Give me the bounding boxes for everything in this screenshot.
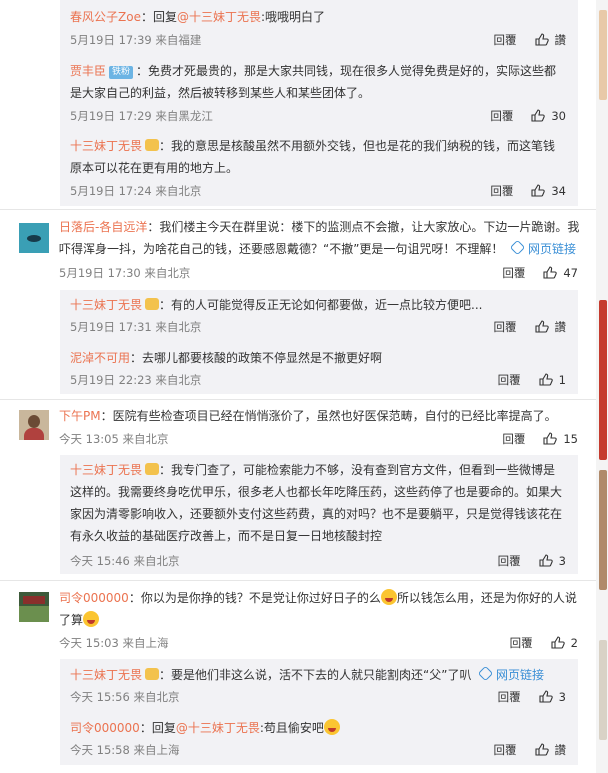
gold-badge-icon <box>145 668 160 680</box>
like-button[interactable]: 讚 <box>534 742 566 758</box>
like-button[interactable]: 3 <box>539 689 566 705</box>
web-link[interactable]: 网页链接 <box>477 664 544 686</box>
divider <box>0 399 596 400</box>
divider <box>0 209 596 210</box>
comment-actions: 回覆 34 <box>490 183 566 199</box>
comment-meta: 5月19日 17:31 来自北京 <box>70 320 202 334</box>
thumb-up-icon <box>551 636 565 649</box>
comment-meta: 今天 15:03 来自上海 <box>59 636 169 650</box>
gold-badge-icon <box>145 139 160 151</box>
comment-actions: 回覆 47 <box>502 265 578 281</box>
comment-actions: 回覆 讚 <box>494 319 567 335</box>
user-name[interactable]: 泥淖不可用 <box>70 351 130 365</box>
thumb-up-icon <box>539 554 553 567</box>
reply-button[interactable]: 回覆 <box>498 690 521 704</box>
reply-button[interactable]: 回覆 <box>494 33 517 47</box>
comment-text: 十三妹丁无畏 ：我的意思是核酸虽然不用额外交钱，但也是花的我们纳税的钱，而这笔钱原… <box>70 139 556 175</box>
comment-text: 十三妹丁无畏 ：我专门查了，可能检索能力不够，没有查到官方文件，但看到一些微博是这… <box>70 463 563 543</box>
user-name[interactable]: 十三妹丁无畏 <box>70 463 142 477</box>
user-name[interactable]: 日落后-各自远洋 <box>59 220 147 234</box>
like-button[interactable]: 47 <box>543 265 578 281</box>
comment-text: 下午PM：医院有些检查项目已经在悄悄涨价了，虽然也好医保范畴，自付的已经比率提高… <box>59 409 557 423</box>
page-edge-background <box>596 0 608 773</box>
comment-meta: 今天 15:56 来自北京 <box>70 690 180 704</box>
like-button[interactable]: 讚 <box>534 319 566 335</box>
avatar[interactable] <box>19 223 49 253</box>
reply-button[interactable]: 回覆 <box>490 109 513 123</box>
mention-link[interactable]: @十三妹丁无畏 <box>176 721 260 735</box>
avatar[interactable] <box>19 410 49 440</box>
thumb-up-icon <box>534 743 549 756</box>
link-icon <box>477 665 494 682</box>
comment-text: 十三妹丁无畏 ：有的人可能觉得反正无论如何都要做，近一点比较方便吧... <box>70 298 483 312</box>
comment-actions: 回覆 2 <box>510 635 578 651</box>
user-name[interactable]: 十三妹丁无畏 <box>70 298 142 312</box>
thumb-up-icon <box>539 373 553 386</box>
web-link[interactable]: 网页链接 <box>509 238 576 260</box>
sweat-emoji-icon <box>323 719 340 735</box>
comment-meta: 5月19日 17:30 来自北京 <box>59 266 191 280</box>
like-button[interactable]: 3 <box>539 553 566 569</box>
user-name[interactable]: 贾丰臣 <box>70 64 106 78</box>
avatar[interactable] <box>19 592 49 622</box>
comment-actions: 回覆 3 <box>498 689 566 705</box>
like-button[interactable]: 2 <box>551 635 578 651</box>
thumb-up-icon <box>539 690 553 703</box>
comment-text: 司令000000：你以为是你挣的钱？不是党让你过好日子的么 所以钱怎么用，还是为你… <box>59 589 577 627</box>
comment-meta: 今天 15:58 来自上海 <box>70 743 180 757</box>
laughing-emoji-icon <box>83 611 100 627</box>
link-icon <box>509 239 526 256</box>
fan-badge: 铁粉 <box>109 66 134 79</box>
user-name[interactable]: 司令000000 <box>70 721 140 735</box>
comment-text: 司令000000：回复@十三妹丁无畏:苟且偷安吧 <box>70 717 340 739</box>
comment-actions: 回覆 15 <box>502 431 578 447</box>
comment-text: 十三妹丁无畏 ：要是他们非这么说，活不下去的人就只能割肉还“父”了叭 <box>70 668 472 682</box>
comment-meta: 5月19日 17:39 来自福建 <box>70 33 202 47</box>
user-name[interactable]: 司令000000 <box>59 591 129 605</box>
comment-meta: 5月19日 17:29 来自黑龙江 <box>70 109 213 123</box>
reply-button[interactable]: 回覆 <box>494 743 517 757</box>
gold-badge-icon <box>145 298 160 310</box>
reply-button[interactable]: 回覆 <box>494 320 517 334</box>
like-button[interactable]: 1 <box>539 372 566 388</box>
like-button[interactable]: 讚 <box>534 32 566 48</box>
comment-meta: 今天 13:05 来自北京 <box>59 432 169 446</box>
like-button[interactable]: 30 <box>531 108 566 124</box>
comment-meta: 5月19日 22:23 来自北京 <box>70 373 202 387</box>
thumb-up-icon <box>543 432 558 445</box>
user-name[interactable]: 下午PM <box>59 409 101 423</box>
comment-text: 日落后-各自远洋：我们楼主今天在群里说：楼下的监测点不会撤，让大家放心。下边一片… <box>59 220 580 256</box>
comment-text: 春风公子Zoe：回复@十三妹丁无畏:哦哦明白了 <box>70 10 326 24</box>
comment-actions: 回覆 30 <box>490 108 566 124</box>
comment-actions: 回覆 1 <box>498 372 566 388</box>
thumb-up-icon <box>534 320 549 333</box>
comment-meta: 今天 15:46 来自北京 <box>70 554 180 568</box>
divider <box>0 580 596 581</box>
reply-button[interactable]: 回覆 <box>510 636 533 650</box>
laughing-emoji-icon <box>380 589 397 605</box>
gold-badge-icon <box>145 463 160 475</box>
reply-button[interactable]: 回覆 <box>490 184 513 198</box>
like-button[interactable]: 34 <box>531 183 566 199</box>
thumb-up-icon <box>531 184 546 197</box>
like-button[interactable]: 15 <box>543 431 578 447</box>
comment-text: 泥淖不可用：去哪儿都要核酸的政策不停显然是不撤更好啊 <box>70 351 383 365</box>
reply-button[interactable]: 回覆 <box>502 432 525 446</box>
comment-text: 贾丰臣 铁粉 ：免费才死最贵的，那是大家共同钱，现在很多人觉得免费是好的，实际这些都… <box>70 64 557 100</box>
user-name[interactable]: 十三妹丁无畏 <box>70 139 142 153</box>
user-name[interactable]: 十三妹丁无畏 <box>70 668 142 682</box>
reply-button[interactable]: 回覆 <box>498 373 521 387</box>
user-name[interactable]: 春风公子Zoe <box>70 10 141 24</box>
comment-panel: 春风公子Zoe：回复@十三妹丁无畏:哦哦明白了 5月19日 17:39 来自福建… <box>0 0 596 773</box>
thumb-up-icon <box>531 109 546 122</box>
thumb-up-icon <box>534 33 549 46</box>
comment-actions: 回覆 讚 <box>494 742 567 758</box>
mention-link[interactable]: @十三妹丁无畏 <box>177 10 261 24</box>
comment-actions: 回覆 3 <box>498 553 566 569</box>
thumb-up-icon <box>543 266 558 279</box>
reply-button[interactable]: 回覆 <box>502 266 525 280</box>
reply-button[interactable]: 回覆 <box>498 554 521 568</box>
comment-actions: 回覆 讚 <box>494 32 567 48</box>
comment-meta: 5月19日 17:24 来自北京 <box>70 184 202 198</box>
